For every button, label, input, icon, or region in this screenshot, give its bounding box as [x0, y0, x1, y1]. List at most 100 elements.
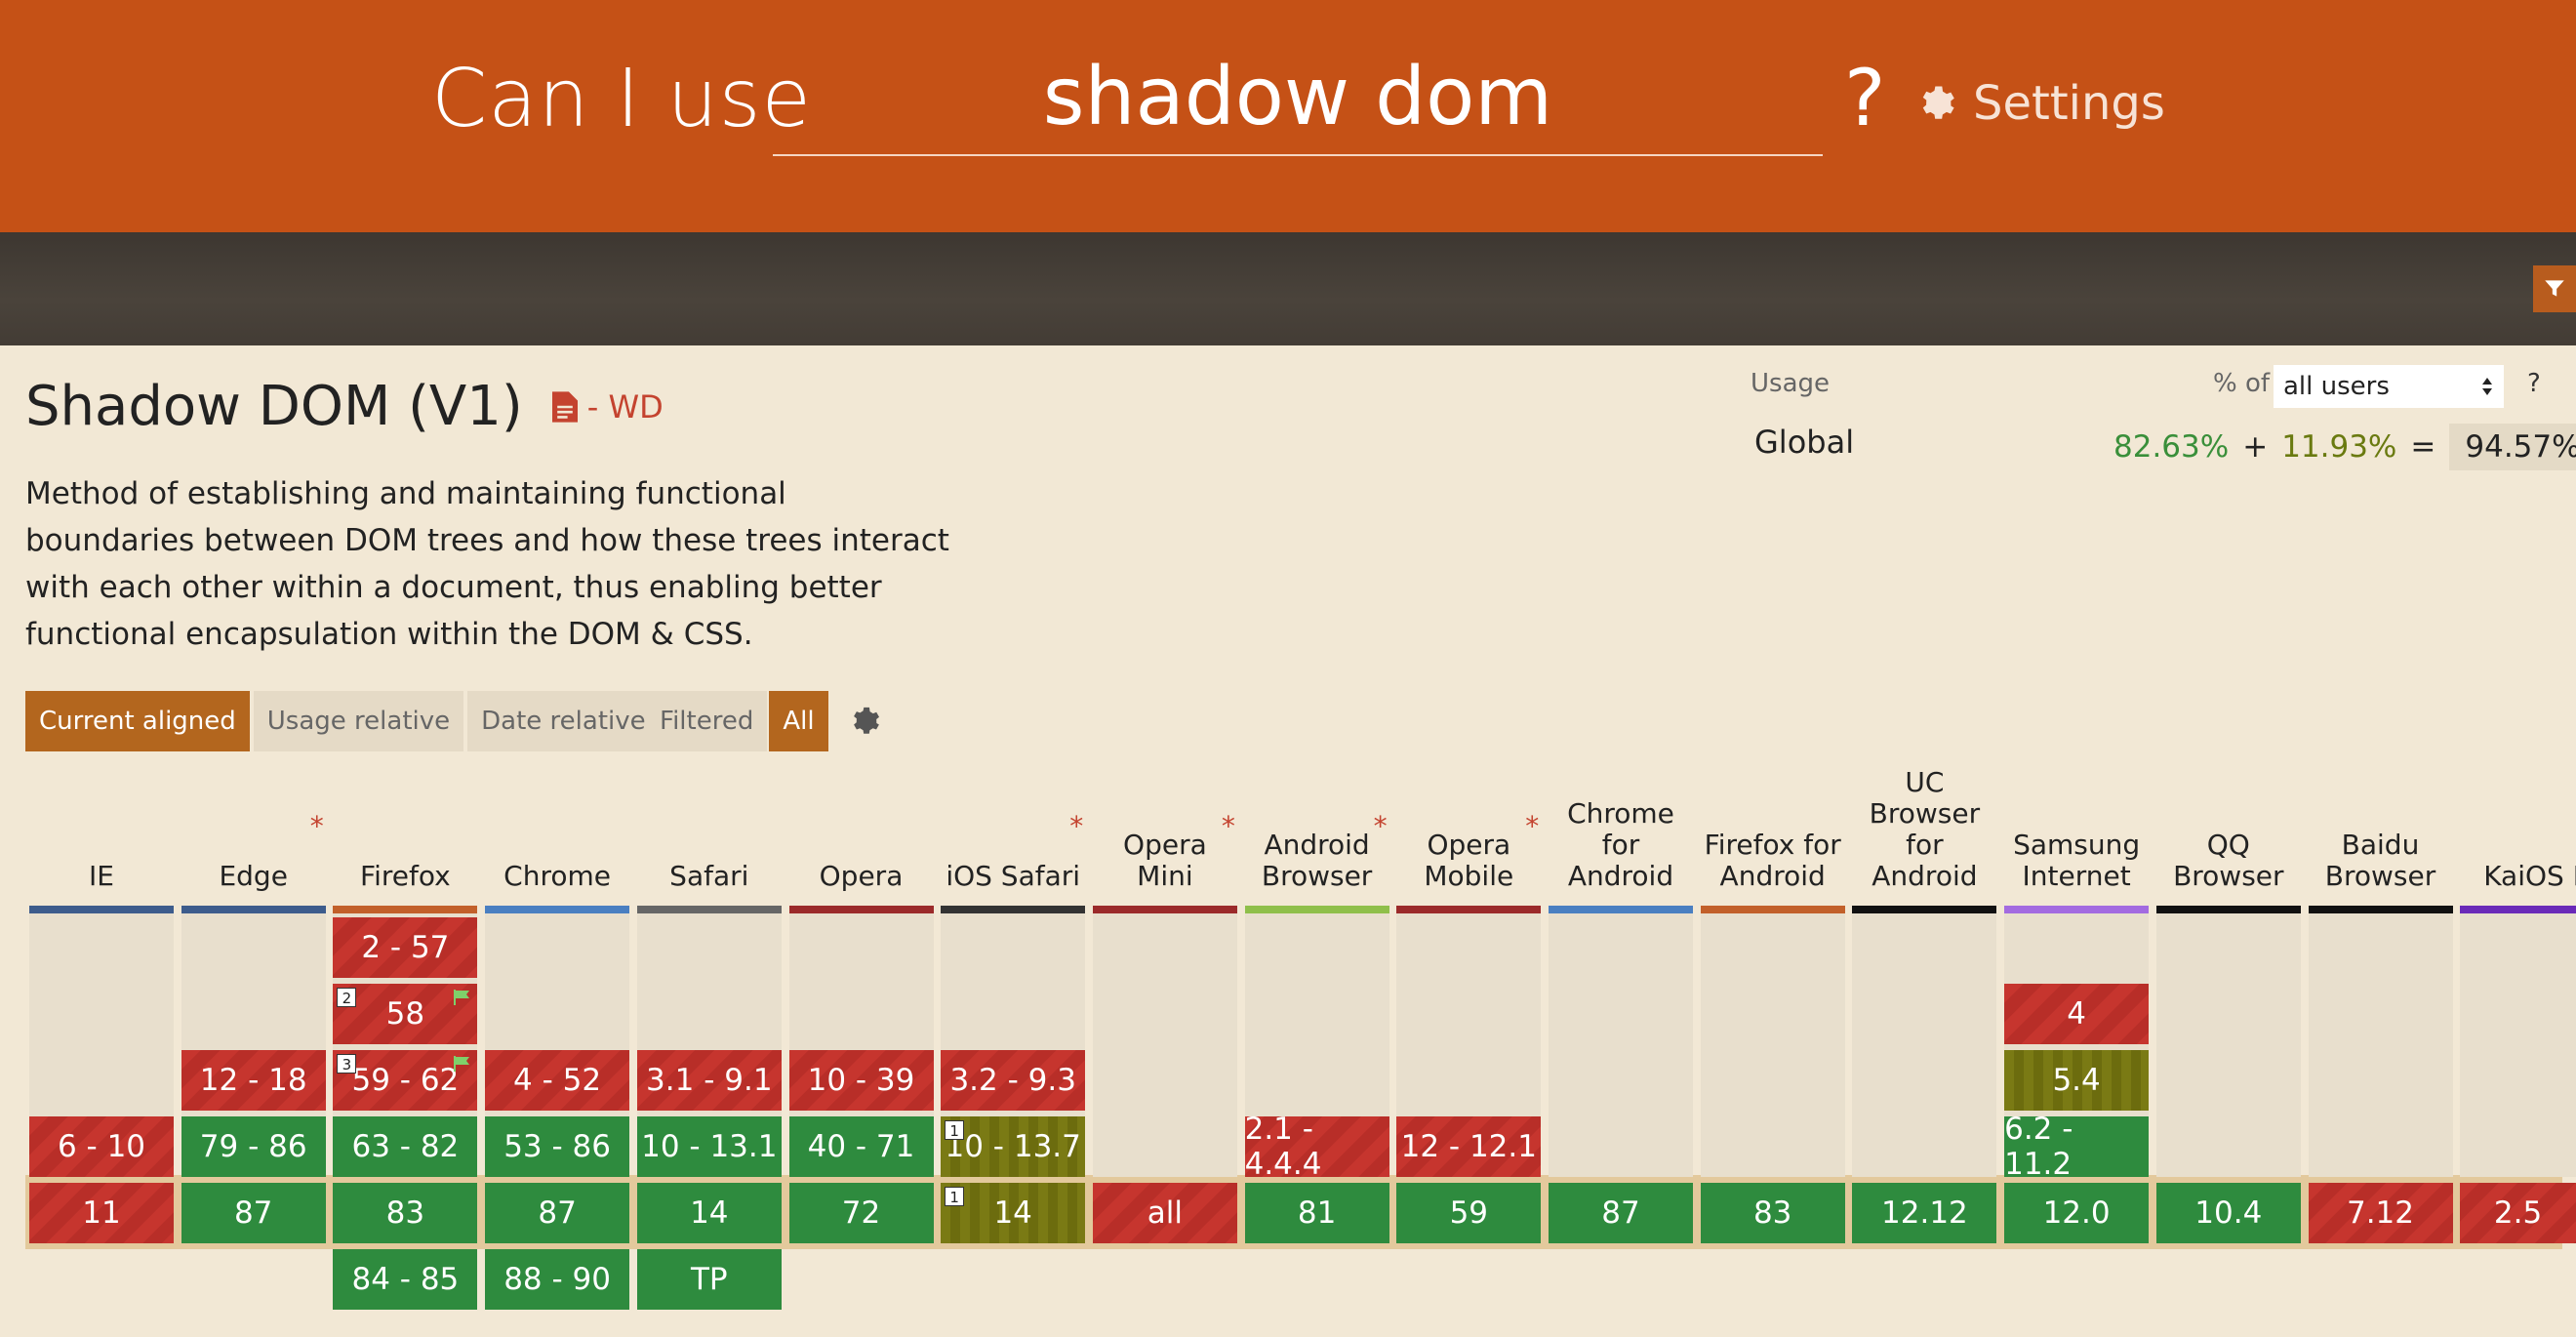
browser-color-bar	[1244, 906, 1389, 913]
browser-header-opera[interactable]: Opera	[789, 771, 934, 904]
search-input[interactable]	[773, 39, 1823, 156]
support-cell[interactable]: 81	[1244, 1183, 1389, 1243]
tab-all[interactable]: All	[769, 691, 828, 751]
support-cell[interactable]: 10 - 13.7 1	[941, 1116, 1086, 1177]
filter-icon	[2545, 280, 2564, 297]
support-cell[interactable]: 2.1 - 4.4.4	[1244, 1112, 1389, 1182]
support-cell[interactable]: 2.5	[2460, 1183, 2576, 1243]
support-cell[interactable]: 10.4	[2155, 1183, 2301, 1243]
support-cell[interactable]: 12.12	[1852, 1183, 1997, 1243]
support-cell[interactable]: 4 - 52	[485, 1050, 630, 1111]
support-cell[interactable]: 59	[1396, 1183, 1542, 1243]
support-cell[interactable]: 7.12	[2308, 1183, 2453, 1243]
support-cell[interactable]: 84 - 85	[333, 1249, 478, 1310]
browser-header-ios-safari[interactable]: iOS Safari	[941, 771, 1085, 904]
sub-navbar	[0, 232, 2576, 345]
support-cell[interactable]: 12 - 18	[181, 1050, 326, 1111]
support-cell-version: 10 - 13.7	[945, 1129, 1081, 1164]
site-brand[interactable]: Can I use	[431, 53, 812, 145]
support-cell-version: 6 - 10	[57, 1129, 146, 1164]
support-cell[interactable]: 88 - 90	[485, 1249, 630, 1310]
support-cell[interactable]: 11	[29, 1183, 174, 1243]
note-badge[interactable]: 1	[945, 1187, 965, 1206]
browser-header-edge[interactable]: Edge	[181, 771, 326, 904]
site-header: Can I use ? Settings	[0, 0, 2576, 232]
note-badge[interactable]: 3	[337, 1054, 357, 1074]
filter-toggle[interactable]	[2533, 265, 2576, 312]
note-badge[interactable]: 1	[945, 1120, 965, 1140]
support-cell[interactable]: 6.2 - 11.2	[2004, 1112, 2150, 1182]
browser-header-samsung-internet[interactable]: Samsung Internet	[2004, 771, 2149, 904]
usage-help[interactable]: ?	[2527, 369, 2541, 398]
support-cell[interactable]: 40 - 71	[788, 1116, 934, 1177]
support-cell[interactable]: 12.0	[2004, 1183, 2150, 1243]
settings-label: Settings	[1973, 76, 2165, 131]
support-cell[interactable]: TP	[636, 1249, 782, 1310]
browser-color-bar	[1396, 906, 1542, 913]
support-cell[interactable]: 14	[636, 1183, 782, 1243]
support-cell[interactable]: 3.2 - 9.3	[941, 1050, 1086, 1111]
support-cell-version: 2 - 57	[361, 930, 450, 965]
support-cell[interactable]: 3.1 - 9.1	[636, 1050, 782, 1111]
browser-header-opera-mini[interactable]: Opera Mini	[1093, 771, 1237, 904]
browser-column-bg	[2308, 913, 2453, 1177]
browser-header-qq-browser[interactable]: QQ Browser	[2156, 771, 2301, 904]
browser-header-android-browser[interactable]: Android Browser	[1245, 771, 1389, 904]
browser-note-asterisk: *	[1069, 810, 1084, 842]
support-cell[interactable]: 59 - 62 3	[333, 1050, 478, 1111]
support-cell[interactable]: 83	[333, 1183, 478, 1243]
support-cell[interactable]: all	[1092, 1183, 1237, 1243]
support-cell-version: 12.12	[1881, 1195, 1968, 1231]
support-cell[interactable]: 12 - 12.1	[1396, 1116, 1542, 1177]
browser-color-bar	[1700, 906, 1845, 913]
support-cell[interactable]: 10 - 13.1	[636, 1116, 782, 1177]
support-cell-version: 2.1 - 4.4.4	[1244, 1112, 1322, 1182]
partial-percent: 11.93%	[2281, 429, 2397, 465]
support-cell[interactable]: 72	[788, 1183, 934, 1243]
tab-current-aligned[interactable]: Current aligned	[25, 691, 250, 751]
support-cell[interactable]: 87	[485, 1183, 630, 1243]
document-icon	[551, 390, 578, 423]
browser-color-bar	[333, 906, 478, 913]
percent-of-label: % of	[2213, 369, 2271, 398]
support-cell[interactable]: 14 1	[941, 1183, 1086, 1243]
tab-usage-relative[interactable]: Usage relative	[253, 691, 464, 751]
support-cell[interactable]: 58 2	[333, 984, 478, 1044]
support-cell-version: TP	[690, 1262, 728, 1297]
support-cell[interactable]: 87	[181, 1183, 326, 1243]
support-cell[interactable]: 63 - 82	[333, 1116, 478, 1177]
select-arrows-icon	[2482, 378, 2492, 395]
support-cell[interactable]: 6 - 10	[29, 1116, 174, 1177]
support-cell[interactable]: 83	[1700, 1183, 1845, 1243]
note-badge[interactable]: 2	[337, 988, 357, 1007]
browser-header-firefox[interactable]: Firefox	[333, 771, 477, 904]
support-cell[interactable]: 4	[2004, 984, 2150, 1044]
tab-date-relative[interactable]: Date relative	[467, 691, 660, 751]
support-cell[interactable]: 53 - 86	[485, 1116, 630, 1177]
browser-header-chrome[interactable]: Chrome	[485, 771, 629, 904]
support-cell-version: 88 - 90	[503, 1262, 611, 1297]
browser-note-asterisk: *	[1525, 810, 1540, 842]
support-cell[interactable]: 87	[1549, 1183, 1693, 1243]
browser-header-baidu-browser[interactable]: Baidu Browser	[2309, 771, 2453, 904]
browser-header-firefox-for-android[interactable]: Firefox for Android	[1701, 771, 1845, 904]
browser-header-safari[interactable]: Safari	[637, 771, 782, 904]
support-cell[interactable]: 10 - 39	[788, 1050, 934, 1111]
help-link[interactable]: ?	[1844, 53, 1885, 143]
tab-filtered[interactable]: Filtered	[646, 691, 768, 751]
support-cell[interactable]: 2 - 57	[333, 917, 478, 978]
browser-header-uc-browser-for-android[interactable]: UC Browser for Android	[1852, 767, 1996, 904]
support-cell[interactable]: 5.4	[2004, 1050, 2150, 1111]
browser-header-opera-mobile[interactable]: Opera Mobile	[1396, 771, 1541, 904]
filter-tabs: Filtered All	[646, 691, 828, 751]
support-cell-version: 83	[1752, 1195, 1792, 1231]
support-cell[interactable]: 79 - 86	[181, 1116, 326, 1177]
browser-header-kaios-browser[interactable]: KaiOS Browser	[2460, 771, 2576, 904]
browser-header-ie[interactable]: IE	[29, 771, 174, 904]
browser-header-chrome-for-android[interactable]: Chrome for Android	[1549, 771, 1693, 904]
settings-button[interactable]: Settings	[1914, 76, 2165, 131]
spec-status[interactable]: - WD	[551, 388, 664, 425]
usage-label: Usage	[1751, 369, 1831, 398]
table-settings-gear-icon[interactable]	[847, 705, 880, 738]
usage-select[interactable]: all users	[2274, 365, 2504, 408]
